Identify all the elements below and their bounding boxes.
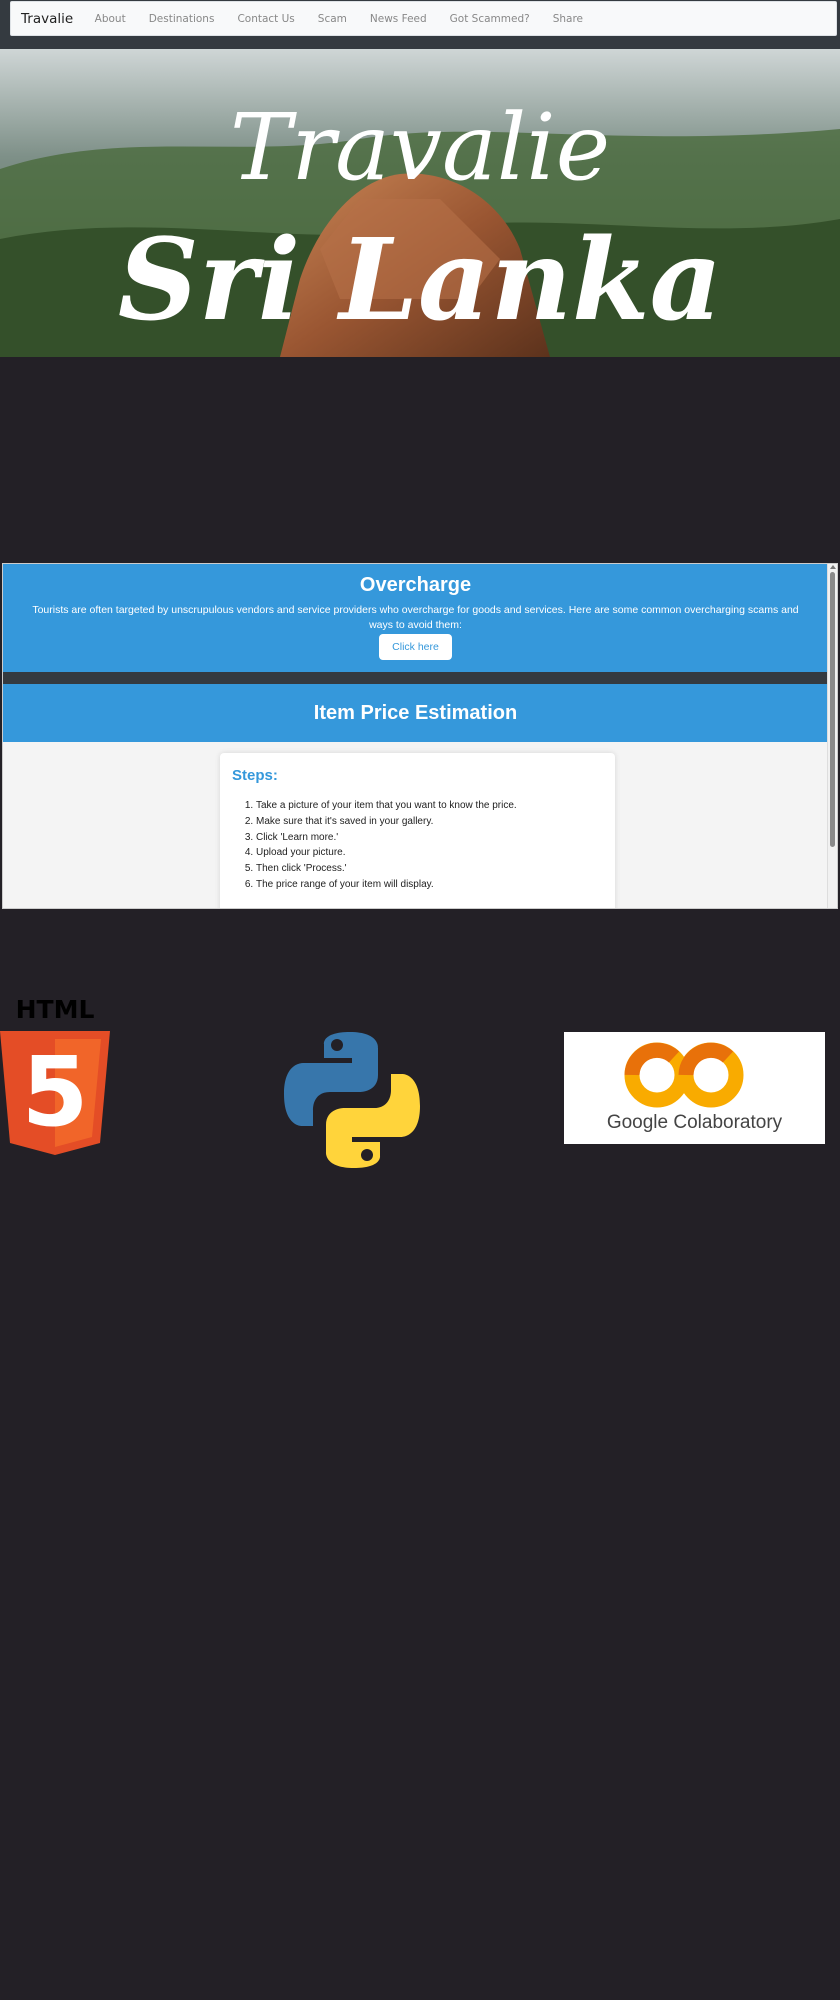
hero-image: Travalie Sri Lanka [0,49,840,357]
html5-logo: HTML 5 [0,995,112,1155]
overcharge-section: Overcharge Tourists are often targeted b… [3,564,828,672]
nav-link-news-feed[interactable]: News Feed [358,13,438,25]
nav-link-contact-us[interactable]: Contact Us [226,13,306,25]
hero-script-title: Travalie [230,94,610,201]
click-here-button[interactable]: Click here [379,634,452,660]
navbar-brand[interactable]: Travalie [21,11,73,27]
step-item: Take a picture of your item that you wan… [256,798,603,814]
step-item: Upload your picture. [256,845,603,861]
nav-link-destinations[interactable]: Destinations [137,13,226,25]
scroll-up-arrow-icon[interactable] [830,565,836,569]
top-bar: Travalie About Destinations Contact Us S… [0,0,840,49]
step-item: Make sure that it's saved in your galler… [256,814,603,830]
nav-link-about[interactable]: About [83,13,137,25]
step-item: Click 'Learn more.' [256,830,603,846]
frame-scrollbar[interactable] [827,564,837,908]
python-logo [282,1030,422,1170]
embedded-frame[interactable]: Overcharge Tourists are often targeted b… [2,563,838,909]
overcharge-title: Overcharge [359,574,472,596]
hero-banner: Travalie Sri Lanka [0,49,840,357]
hero-script-subtitle: Sri Lanka [118,215,722,346]
estimation-title: Item Price Estimation [313,701,518,724]
section-divider [3,672,828,684]
google-colab-logo: Google Colaboratory [564,1032,825,1144]
overcharge-description: Tourists are often targeted by unscrupul… [32,604,799,631]
estimation-header: Item Price Estimation [3,684,828,742]
colab-label: Google Colaboratory [606,1112,783,1133]
steps-card: Steps: Take a picture of your item that … [220,753,615,908]
python-icon [284,1032,420,1168]
nav-link-got-scammed[interactable]: Got Scammed? [438,13,541,25]
html5-label: HTML [16,995,95,1024]
html5-number: 5 [22,1036,89,1148]
steps-heading: Steps: [232,767,278,784]
step-item: Then click 'Process.' [256,861,603,877]
navbar: Travalie About Destinations Contact Us S… [10,1,837,36]
nav-link-share[interactable]: Share [541,13,594,25]
nav-link-scam[interactable]: Scam [306,13,358,25]
steps-list: Take a picture of your item that you wan… [232,798,603,893]
html5-icon: HTML 5 [0,995,110,1155]
colab-icon [624,1042,744,1108]
scroll-thumb[interactable] [830,572,835,847]
step-item: The price range of your item will displa… [256,877,603,893]
